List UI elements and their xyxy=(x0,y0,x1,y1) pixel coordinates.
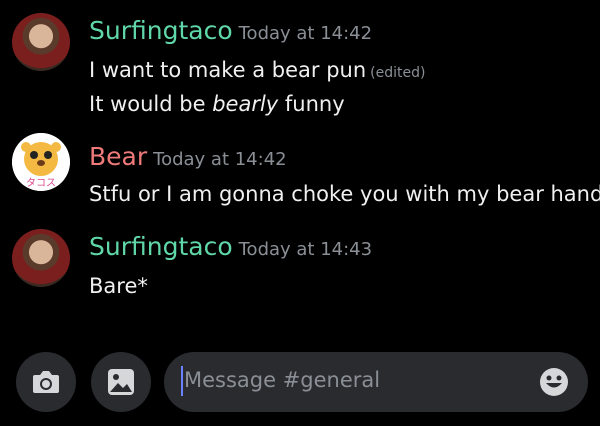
emoji-icon[interactable] xyxy=(538,366,570,398)
edited-label: (edited) xyxy=(370,65,426,81)
avatar[interactable] xyxy=(12,13,70,71)
image-button[interactable] xyxy=(91,352,151,412)
avatar[interactable] xyxy=(12,229,70,287)
username-text[interactable]: Surfingtaco xyxy=(89,232,233,261)
username[interactable]: Surfingtaco Today at 14:43 xyxy=(89,232,372,265)
avatar-text: タコス xyxy=(26,177,56,189)
message-content: I want to make a bear pun xyxy=(89,58,367,82)
text-caret xyxy=(181,366,183,396)
username[interactable]: Surfingtaco Today at 14:42 xyxy=(89,16,372,49)
timestamp: Today at 14:43 xyxy=(238,239,373,260)
image-icon xyxy=(108,369,134,395)
timestamp: Today at 14:42 xyxy=(238,23,373,44)
message-text: Bare* xyxy=(89,273,148,299)
message-content: Bare* xyxy=(89,274,148,298)
camera-button[interactable] xyxy=(16,352,76,412)
message-content: It would be xyxy=(89,92,213,116)
message-text: I want to make a bear pun (edited) xyxy=(89,57,425,86)
avatar[interactable]: タコス xyxy=(12,133,70,191)
username-text[interactable]: Surfingtaco xyxy=(89,16,233,45)
message-content: Stfu or I am gonna choke you with my bea… xyxy=(89,182,600,206)
message-text: It would be bearly funny xyxy=(89,91,345,117)
timestamp: Today at 14:42 xyxy=(153,149,287,170)
username[interactable]: Bear Today at 14:42 xyxy=(89,142,287,175)
message-input[interactable]: Message #general xyxy=(164,352,588,412)
message-input-placeholder: Message #general xyxy=(184,368,381,392)
message-text: Stfu or I am gonna choke you with my bea… xyxy=(89,181,600,207)
camera-icon xyxy=(33,371,59,393)
italic-text: bearly xyxy=(212,92,279,116)
message-content: funny xyxy=(278,92,345,116)
bear-avatar-icon: タコス xyxy=(12,133,70,191)
username-text[interactable]: Bear xyxy=(89,142,147,171)
